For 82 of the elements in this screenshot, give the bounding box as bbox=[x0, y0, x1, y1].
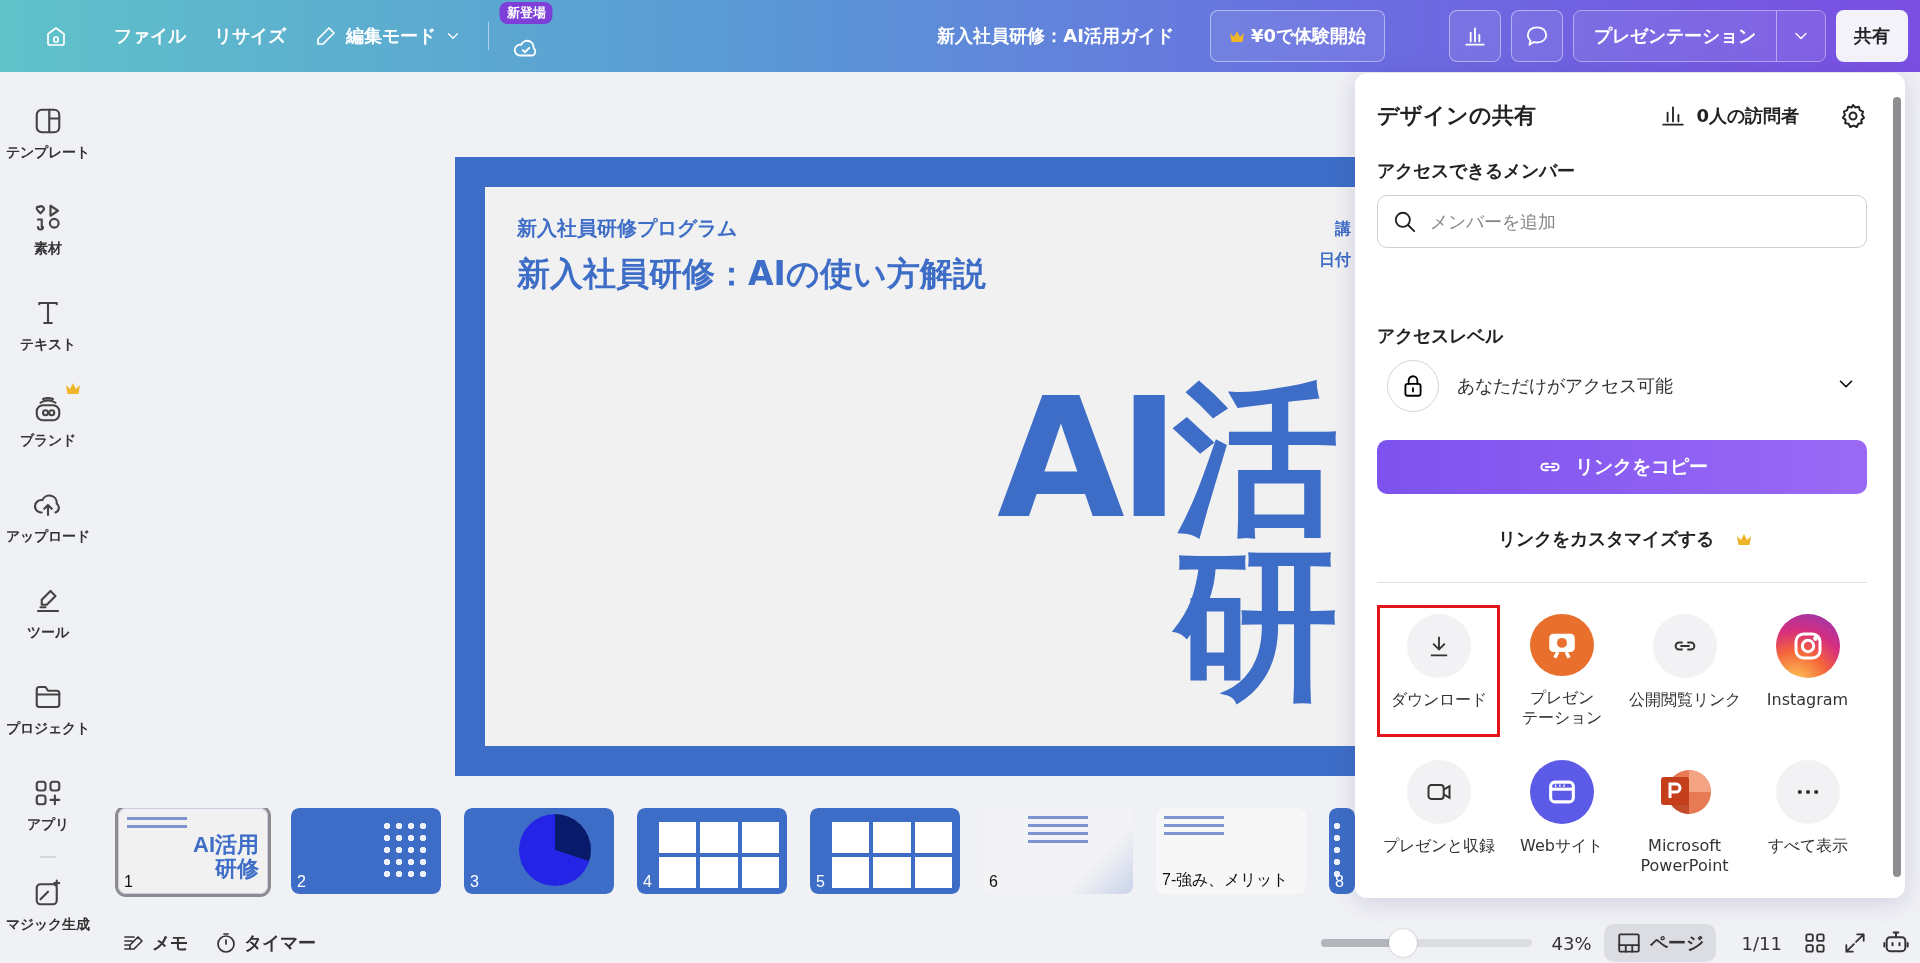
sidebar-item[interactable]: アップロード bbox=[0, 478, 96, 574]
sidebar-item[interactable]: 素材 bbox=[0, 190, 96, 286]
grid-icon bbox=[1802, 930, 1828, 956]
copy-link-button[interactable]: リンクをコピー bbox=[1377, 440, 1867, 494]
share-option[interactable]: Microsoft PowerPoint bbox=[1623, 751, 1746, 883]
share-option[interactable]: すべて表示 bbox=[1746, 751, 1869, 883]
page-number: 4 bbox=[643, 873, 652, 891]
trial-button[interactable]: ¥0で体験開始 bbox=[1209, 10, 1385, 62]
slide-subtitle: 新入社員研修プログラム bbox=[517, 215, 738, 242]
slide-thumbnail[interactable]: 7-強み、メリット bbox=[1156, 808, 1306, 894]
access-level-dropdown[interactable]: あなただけがアクセス可能 bbox=[1377, 356, 1867, 416]
share-option[interactable]: プレゼンテーション bbox=[1500, 605, 1623, 737]
text-lines-drawing bbox=[1164, 816, 1224, 835]
sidebar-item[interactable]: プロジェクト bbox=[0, 670, 96, 766]
sidebar-item[interactable]: アプリ bbox=[0, 766, 96, 862]
speech-bubble-icon bbox=[1524, 23, 1550, 49]
page-number: 7-強み、メリット bbox=[1162, 870, 1289, 890]
new-badge: 新登場 bbox=[499, 2, 553, 24]
search-input[interactable]: メンバーを追加 bbox=[1428, 210, 1852, 233]
brand-icon bbox=[33, 394, 63, 424]
sidebar-item[interactable]: マジック生成 bbox=[0, 866, 96, 962]
customize-link-button[interactable]: リンクをカスタマイズする bbox=[1492, 526, 1720, 552]
page-number: 8 bbox=[1335, 873, 1344, 891]
page-counter: 1/11 bbox=[1741, 932, 1782, 954]
page-view-button[interactable]: ページ bbox=[1603, 924, 1716, 962]
thumbnail-heading: 研修 bbox=[215, 857, 259, 881]
timer-button[interactable]: タイマー bbox=[206, 927, 324, 959]
page-number: 1 bbox=[124, 873, 133, 891]
sidebar-item[interactable]: テキスト bbox=[0, 286, 96, 382]
scrollbar[interactable] bbox=[1893, 97, 1901, 877]
home-icon bbox=[44, 24, 68, 48]
sidebar-item[interactable]: テンプレート bbox=[0, 94, 96, 190]
shapes-icon bbox=[33, 202, 63, 232]
settings-icon bbox=[1839, 102, 1867, 130]
slide-thumbnail[interactable]: AI活用 研修 1 bbox=[118, 808, 268, 894]
member-search-field[interactable]: メンバーを追加 bbox=[1377, 195, 1867, 248]
page-number: 3 bbox=[470, 873, 479, 891]
text-lines-drawing bbox=[1028, 816, 1088, 843]
stopwatch-icon bbox=[214, 931, 238, 955]
slide-thumbnail[interactable]: 3 bbox=[464, 808, 614, 894]
page-layout-icon bbox=[1615, 930, 1642, 956]
present-menu-button[interactable] bbox=[1776, 11, 1825, 61]
slide-thumbnail[interactable]: 2 bbox=[291, 808, 441, 894]
sidebar-item[interactable]: ブランド bbox=[0, 382, 96, 478]
slide-thumbnail[interactable]: 4 bbox=[637, 808, 787, 894]
insights-button[interactable] bbox=[1449, 10, 1501, 62]
slide-meta-text: 講 bbox=[1335, 219, 1351, 240]
apps-icon bbox=[33, 778, 63, 808]
page-number: 6 bbox=[989, 873, 998, 891]
slide-heading: AI活 bbox=[996, 377, 1333, 542]
comment-button[interactable] bbox=[1511, 10, 1563, 62]
page-number: 5 bbox=[816, 873, 825, 891]
share-option[interactable]: Webサイト bbox=[1500, 751, 1623, 883]
pencil-icon bbox=[314, 24, 338, 48]
page-number: 2 bbox=[297, 873, 306, 891]
slide-meta-text: 日付 bbox=[1319, 250, 1351, 271]
notes-button[interactable]: メモ bbox=[114, 927, 196, 959]
panel-title: デザインの共有 bbox=[1377, 102, 1536, 130]
section-heading: アクセスできるメンバー bbox=[1377, 159, 1576, 183]
section-heading: アクセスレベル bbox=[1377, 324, 1505, 348]
visitors-button[interactable]: 0人の訪問者 bbox=[1654, 102, 1805, 130]
text-lines-drawing bbox=[127, 817, 187, 828]
share-option[interactable]: ダウンロード bbox=[1377, 605, 1500, 737]
magic-image-icon bbox=[33, 878, 63, 908]
slide-heading: 研 bbox=[1174, 542, 1333, 707]
slide-title: 新入社員研修：AIの使い方解説 bbox=[517, 253, 986, 295]
share-option[interactable]: Instagram bbox=[1746, 605, 1869, 737]
present-button[interactable]: プレゼンテーション bbox=[1574, 11, 1776, 61]
share-button[interactable]: 共有 bbox=[1836, 10, 1908, 62]
expand-icon bbox=[1842, 930, 1868, 956]
share-option[interactable]: 公開閲覧リンク bbox=[1623, 605, 1746, 737]
share-option[interactable]: プレゼンと収録 bbox=[1377, 751, 1500, 883]
template-icon bbox=[33, 106, 63, 136]
slide-thumbnail[interactable]: 5 bbox=[810, 808, 960, 894]
zoom-percentage: 43% bbox=[1551, 932, 1592, 954]
document-title[interactable]: 新入社員研修：AI活用ガイド bbox=[937, 24, 1174, 48]
sidebar-item[interactable]: ツール bbox=[0, 574, 96, 670]
settings-button[interactable] bbox=[1839, 102, 1867, 130]
crown-icon bbox=[1228, 29, 1245, 43]
slide-thumbnail[interactable]: 8 bbox=[1329, 808, 1355, 894]
thumbnail-heading: AI活用 bbox=[193, 833, 259, 857]
zoom-slider[interactable] bbox=[1320, 928, 1532, 958]
